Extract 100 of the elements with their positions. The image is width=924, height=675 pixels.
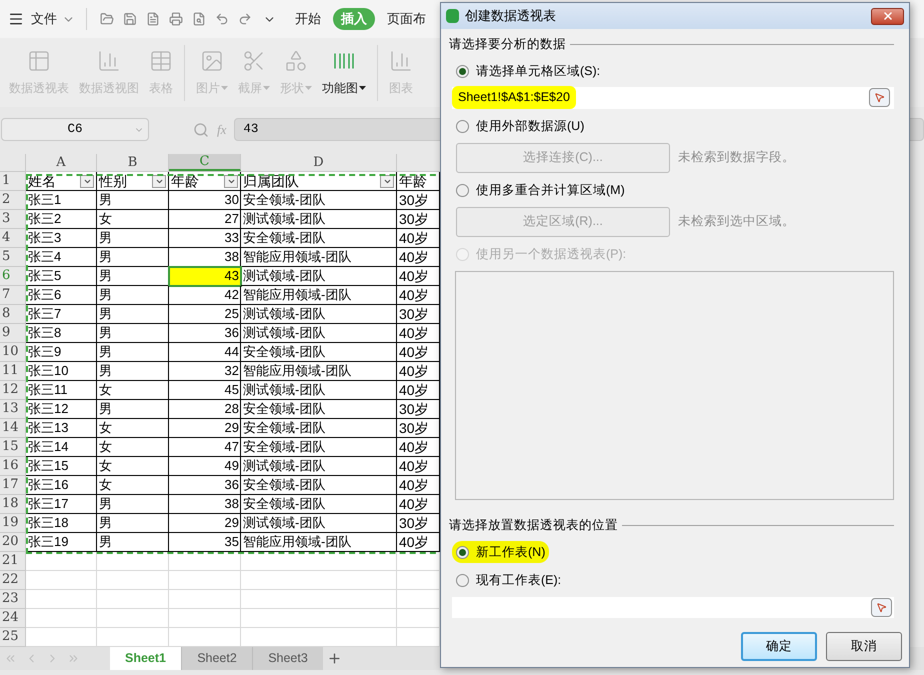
table-cell: 42: [169, 286, 241, 305]
pdf-icon[interactable]: [146, 12, 160, 26]
folder-icon[interactable]: [100, 12, 114, 26]
row-header[interactable]: 16: [0, 457, 26, 476]
empty-cell: [97, 571, 169, 590]
option-label[interactable]: 使用多重合并计算区域(M): [476, 181, 625, 200]
cancel-button[interactable]: 取消: [826, 632, 902, 661]
option-label[interactable]: 现有工作表(E):: [476, 570, 562, 590]
filter-dropdown-icon[interactable]: [224, 174, 238, 188]
table-cell: 安全领域-团队: [241, 419, 397, 438]
table-cell: 44: [169, 343, 241, 362]
save-icon[interactable]: [123, 12, 137, 26]
table-cell: 33: [169, 229, 241, 248]
radio-button[interactable]: [456, 184, 469, 198]
radio-button[interactable]: [456, 574, 469, 586]
range-picker-icon[interactable]: [871, 598, 892, 617]
row-header[interactable]: 5: [0, 248, 26, 267]
row-header[interactable]: 21: [0, 552, 26, 571]
range-field[interactable]: [452, 597, 894, 618]
close-button[interactable]: [871, 8, 904, 24]
table-cell: 张三5: [26, 267, 97, 286]
section-label: 请选择放置数据透视表的位置: [449, 517, 618, 534]
row-header[interactable]: 7: [0, 286, 26, 305]
table-cell: 智能应用领域-团队: [241, 533, 397, 552]
table-cell: 测试领域-团队: [241, 210, 397, 229]
row-header[interactable]: 20: [0, 533, 26, 552]
filter-dropdown-icon[interactable]: [380, 174, 394, 188]
table-cell: 男: [97, 495, 169, 514]
caret-icon: [263, 86, 270, 90]
range-field[interactable]: Sheet1!$A$1:$E$20: [452, 86, 894, 109]
column-header[interactable]: A: [26, 154, 97, 171]
row-header[interactable]: 11: [0, 362, 26, 381]
table-cell: 张三19: [26, 533, 97, 552]
row-header[interactable]: 24: [0, 609, 26, 628]
table-cell: 张三4: [26, 248, 97, 267]
ribbon-tab[interactable]: 开始: [287, 8, 329, 30]
row-header[interactable]: 13: [0, 400, 26, 419]
row-header[interactable]: 19: [0, 514, 26, 533]
table-cell: 49: [169, 457, 241, 476]
radio-button[interactable]: [456, 65, 469, 78]
empty-cell: [169, 571, 241, 590]
status-note: 未检索到数据字段。: [678, 149, 795, 166]
row-header[interactable]: 10: [0, 343, 26, 362]
row-header[interactable]: 22: [0, 571, 26, 590]
undo-icon[interactable]: [215, 12, 229, 26]
row-header[interactable]: 3: [0, 210, 26, 229]
range-picker-icon[interactable]: [869, 88, 890, 108]
table-cell: 女: [97, 457, 169, 476]
table-cell: 47: [169, 438, 241, 457]
column-header[interactable]: D: [241, 154, 397, 171]
option-label[interactable]: 请选择单元格区域(S):: [476, 62, 600, 82]
row-header[interactable]: 2: [0, 191, 26, 210]
option-label[interactable]: 新工作表(N): [476, 542, 546, 562]
filter-dropdown-icon[interactable]: [152, 174, 166, 188]
row-header[interactable]: 4: [0, 229, 26, 248]
table-cell: 43: [169, 267, 241, 286]
fx-label: fx: [217, 120, 226, 139]
table-cell: 张三14: [26, 438, 97, 457]
row-header[interactable]: 12: [0, 381, 26, 400]
row-header[interactable]: 8: [0, 305, 26, 324]
filter-dropdown-icon[interactable]: [80, 174, 94, 188]
search-icon[interactable]: [193, 122, 209, 138]
table-cell: 男: [97, 343, 169, 362]
row-header[interactable]: 1: [0, 172, 26, 191]
table-cell: 35: [169, 533, 241, 552]
ribbon-tab[interactable]: 页面布: [379, 8, 434, 30]
sheet-tab[interactable]: Sheet1: [110, 647, 181, 670]
radio-button[interactable]: [456, 120, 469, 134]
table-cell: 安全领域-团队: [241, 495, 397, 514]
file-menu[interactable]: 文件: [31, 9, 57, 29]
option-label[interactable]: 使用外部数据源(U): [476, 117, 584, 136]
add-sheet-icon[interactable]: [327, 651, 342, 666]
sheet-tab[interactable]: Sheet2: [181, 647, 252, 670]
row-header[interactable]: 6: [0, 267, 26, 286]
ok-button[interactable]: 确定: [741, 632, 817, 661]
row-header[interactable]: 9: [0, 324, 26, 343]
table-cell: 安全领域-团队: [241, 191, 397, 210]
caret-icon: [305, 86, 312, 90]
caret-icon: [359, 86, 366, 90]
table-cell: 张三15: [26, 457, 97, 476]
row-header[interactable]: 15: [0, 438, 26, 457]
empty-cell: [97, 609, 169, 628]
redo-icon[interactable]: [238, 12, 252, 26]
table-cell: 男: [97, 533, 169, 552]
table-cell: 测试领域-团队: [241, 457, 397, 476]
radio-button[interactable]: [456, 546, 469, 558]
sheet-tab[interactable]: Sheet3: [252, 647, 323, 670]
name-box[interactable]: C6: [1, 118, 149, 141]
row-header[interactable]: 23: [0, 590, 26, 609]
preview-icon[interactable]: [192, 12, 206, 26]
row-header[interactable]: 18: [0, 495, 26, 514]
ribbon-button[interactable]: 功能图: [317, 48, 371, 96]
table-cell: 36: [169, 324, 241, 343]
row-header[interactable]: 17: [0, 476, 26, 495]
printer-icon[interactable]: [169, 12, 183, 26]
row-header[interactable]: 25: [0, 628, 26, 647]
caret-icon: [221, 86, 228, 90]
table-cell: 男: [97, 400, 169, 419]
menu-icon[interactable]: [8, 11, 24, 27]
row-header[interactable]: 14: [0, 419, 26, 438]
